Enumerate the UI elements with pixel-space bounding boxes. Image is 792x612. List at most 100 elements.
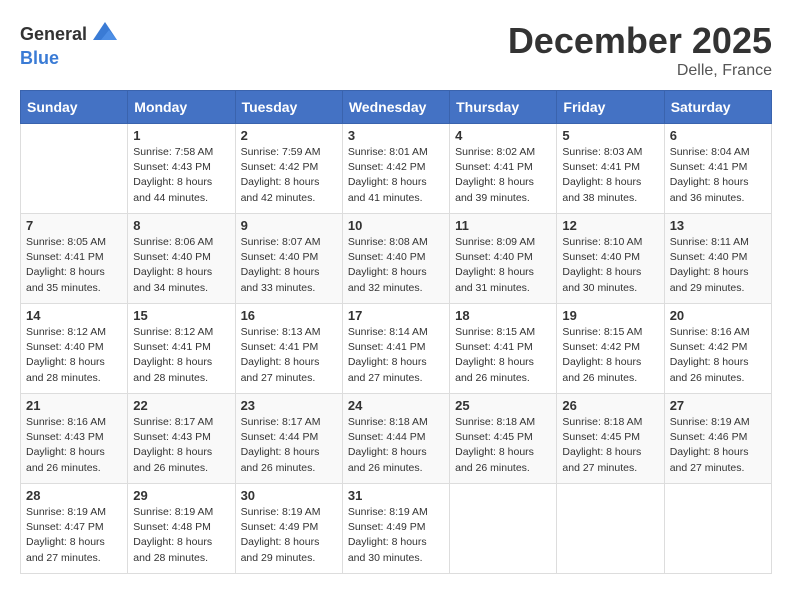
calendar-header: SundayMondayTuesdayWednesdayThursdayFrid… [21, 91, 772, 124]
calendar-cell: 7Sunrise: 8:05 AMSunset: 4:41 PMDaylight… [21, 214, 128, 304]
day-info: Sunrise: 8:06 AMSunset: 4:40 PMDaylight:… [133, 235, 229, 296]
header: General Blue December 2025 Delle, France [20, 20, 772, 80]
location-subtitle: Delle, France [508, 62, 772, 80]
sunrise-text: Sunrise: 8:12 AM [26, 325, 122, 340]
sunset-text: Sunset: 4:40 PM [670, 250, 766, 265]
calendar-cell: 24Sunrise: 8:18 AMSunset: 4:44 PMDayligh… [342, 394, 449, 484]
calendar-cell: 16Sunrise: 8:13 AMSunset: 4:41 PMDayligh… [235, 304, 342, 394]
logo-general-text: General [20, 24, 87, 45]
sunrise-text: Sunrise: 8:01 AM [348, 145, 444, 160]
sunset-text: Sunset: 4:45 PM [455, 430, 551, 445]
daylight-minutes-text: and 27 minutes. [241, 371, 337, 386]
calendar-cell: 28Sunrise: 8:19 AMSunset: 4:47 PMDayligh… [21, 484, 128, 574]
day-info: Sunrise: 8:05 AMSunset: 4:41 PMDaylight:… [26, 235, 122, 296]
calendar-cell: 10Sunrise: 8:08 AMSunset: 4:40 PMDayligh… [342, 214, 449, 304]
sunrise-text: Sunrise: 8:15 AM [455, 325, 551, 340]
calendar-cell: 1Sunrise: 7:58 AMSunset: 4:43 PMDaylight… [128, 124, 235, 214]
calendar-week-2: 7Sunrise: 8:05 AMSunset: 4:41 PMDaylight… [21, 214, 772, 304]
day-info: Sunrise: 8:07 AMSunset: 4:40 PMDaylight:… [241, 235, 337, 296]
daylight-hours-text: Daylight: 8 hours [562, 445, 658, 460]
daylight-hours-text: Daylight: 8 hours [241, 175, 337, 190]
sunset-text: Sunset: 4:41 PM [241, 340, 337, 355]
daylight-hours-text: Daylight: 8 hours [455, 445, 551, 460]
daylight-minutes-text: and 26 minutes. [670, 371, 766, 386]
day-info: Sunrise: 8:15 AMSunset: 4:41 PMDaylight:… [455, 325, 551, 386]
sunset-text: Sunset: 4:40 PM [348, 250, 444, 265]
sunrise-text: Sunrise: 8:11 AM [670, 235, 766, 250]
sunrise-text: Sunrise: 8:06 AM [133, 235, 229, 250]
sunrise-text: Sunrise: 8:08 AM [348, 235, 444, 250]
calendar-cell: 13Sunrise: 8:11 AMSunset: 4:40 PMDayligh… [664, 214, 771, 304]
day-info: Sunrise: 8:11 AMSunset: 4:40 PMDaylight:… [670, 235, 766, 296]
calendar-cell: 19Sunrise: 8:15 AMSunset: 4:42 PMDayligh… [557, 304, 664, 394]
sunset-text: Sunset: 4:49 PM [348, 520, 444, 535]
sunset-text: Sunset: 4:44 PM [241, 430, 337, 445]
calendar-cell: 22Sunrise: 8:17 AMSunset: 4:43 PMDayligh… [128, 394, 235, 484]
daylight-hours-text: Daylight: 8 hours [670, 265, 766, 280]
daylight-hours-text: Daylight: 8 hours [348, 175, 444, 190]
daylight-hours-text: Daylight: 8 hours [26, 445, 122, 460]
day-number: 22 [133, 398, 229, 413]
daylight-hours-text: Daylight: 8 hours [133, 265, 229, 280]
day-info: Sunrise: 8:09 AMSunset: 4:40 PMDaylight:… [455, 235, 551, 296]
sunrise-text: Sunrise: 8:19 AM [348, 505, 444, 520]
day-info: Sunrise: 7:59 AMSunset: 4:42 PMDaylight:… [241, 145, 337, 206]
logo-icon [91, 20, 119, 48]
day-info: Sunrise: 8:08 AMSunset: 4:40 PMDaylight:… [348, 235, 444, 296]
sunset-text: Sunset: 4:41 PM [670, 160, 766, 175]
day-info: Sunrise: 8:03 AMSunset: 4:41 PMDaylight:… [562, 145, 658, 206]
day-info: Sunrise: 8:12 AMSunset: 4:41 PMDaylight:… [133, 325, 229, 386]
sunrise-text: Sunrise: 8:12 AM [133, 325, 229, 340]
calendar-cell: 23Sunrise: 8:17 AMSunset: 4:44 PMDayligh… [235, 394, 342, 484]
day-number: 20 [670, 308, 766, 323]
calendar-week-4: 21 Sunrise: 8:16 AMSunset: 4:43 PMDayligh… [21, 394, 772, 484]
sunset-text: Sunset: 4:42 PM [670, 340, 766, 355]
sunset-text: Sunset: 4:40 PM [26, 340, 122, 355]
day-number: 2 [241, 128, 337, 143]
calendar-cell: 3Sunrise: 8:01 AMSunset: 4:42 PMDaylight… [342, 124, 449, 214]
calendar-cell [21, 124, 128, 214]
daylight-hours-text: Daylight: 8 hours [670, 355, 766, 370]
day-number: 19 [562, 308, 658, 323]
day-info: Sunrise: 8:19 AMSunset: 4:49 PMDaylight:… [241, 505, 337, 566]
sunset-text: Sunset: 4:49 PM [241, 520, 337, 535]
sunset-text: Sunset: 4:46 PM [670, 430, 766, 445]
calendar-body: 1Sunrise: 7:58 AMSunset: 4:43 PMDaylight… [21, 124, 772, 574]
sunset-text: Sunset: 4:42 PM [562, 340, 658, 355]
sunrise-text: Sunrise: 8:18 AM [348, 415, 444, 430]
day-number: 17 [348, 308, 444, 323]
sunrise-text: Sunrise: 8:19 AM [133, 505, 229, 520]
day-number: 21 [26, 398, 122, 413]
calendar-cell [450, 484, 557, 574]
calendar-week-1: 1Sunrise: 7:58 AMSunset: 4:43 PMDaylight… [21, 124, 772, 214]
calendar-cell: 4Sunrise: 8:02 AMSunset: 4:41 PMDaylight… [450, 124, 557, 214]
daylight-hours-text: Daylight: 8 hours [26, 355, 122, 370]
weekday-header-tuesday: Tuesday [235, 91, 342, 124]
day-info: Sunrise: 8:02 AMSunset: 4:41 PMDaylight:… [455, 145, 551, 206]
daylight-minutes-text: and 26 minutes. [133, 461, 229, 476]
sunrise-text: Sunrise: 8:13 AM [241, 325, 337, 340]
day-info: Sunrise: 8:18 AMSunset: 4:44 PMDaylight:… [348, 415, 444, 476]
daylight-minutes-text: and 31 minutes. [455, 281, 551, 296]
calendar-cell: 17Sunrise: 8:14 AMSunset: 4:41 PMDayligh… [342, 304, 449, 394]
daylight-minutes-text: and 26 minutes. [348, 461, 444, 476]
logo-blue-text: Blue [20, 48, 59, 68]
day-info: Sunrise: 7:58 AMSunset: 4:43 PMDaylight:… [133, 145, 229, 206]
day-number: 18 [455, 308, 551, 323]
daylight-minutes-text: and 44 minutes. [133, 191, 229, 206]
calendar-cell: 20Sunrise: 8:16 AMSunset: 4:42 PMDayligh… [664, 304, 771, 394]
calendar-cell: 11Sunrise: 8:09 AMSunset: 4:40 PMDayligh… [450, 214, 557, 304]
sunset-text: Sunset: 4:42 PM [348, 160, 444, 175]
weekday-header-saturday: Saturday [664, 91, 771, 124]
daylight-hours-text: Daylight: 8 hours [133, 175, 229, 190]
day-info: Sunrise: 8:16 AMSunset: 4:43 PMDaylight:… [26, 415, 122, 476]
sunset-text: Sunset: 4:42 PM [241, 160, 337, 175]
daylight-hours-text: Daylight: 8 hours [241, 535, 337, 550]
weekday-header-wednesday: Wednesday [342, 91, 449, 124]
day-number: 8 [133, 218, 229, 233]
day-info: Sunrise: 8:19 AMSunset: 4:48 PMDaylight:… [133, 505, 229, 566]
sunrise-text: Sunrise: 8:16 AM [26, 415, 122, 430]
calendar-cell: 30Sunrise: 8:19 AMSunset: 4:49 PMDayligh… [235, 484, 342, 574]
daylight-minutes-text: and 28 minutes. [133, 371, 229, 386]
daylight-hours-text: Daylight: 8 hours [241, 445, 337, 460]
